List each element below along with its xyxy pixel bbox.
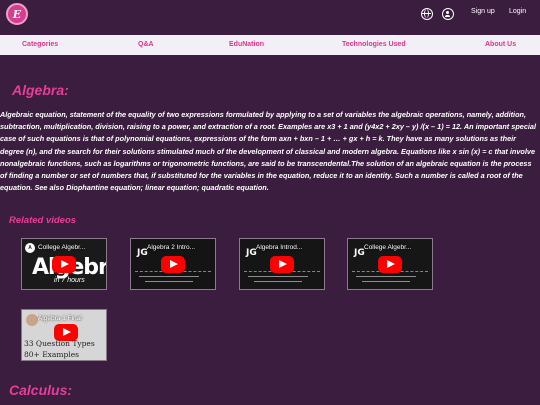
play-icon[interactable] [52,256,76,273]
logo-letter: E [12,7,22,21]
nav-item-edunation[interactable]: EduNation [229,41,264,48]
play-icon[interactable] [270,256,294,273]
chalkboard-graphic [352,271,428,286]
thumbnail-sub-text: in 7 hours [54,277,85,284]
video-thumbnail-algebra-2-intro[interactable]: JG Algebra 2 Intro... [130,238,216,290]
related-videos-heading: Related videos [9,215,77,226]
user-icon[interactable] [442,8,454,20]
calculus-heading: Calculus: [9,382,73,398]
top-bar: E Sign up Login [0,0,540,30]
video-title: Algebra 2 Intro... [147,244,196,251]
video-title: Algebra Introd... [256,244,303,251]
algebra-heading: Algebra: [12,82,69,98]
play-icon[interactable] [161,256,185,273]
play-icon[interactable] [54,324,78,341]
algebra-description: Algebraic equation, statement of the equ… [0,110,537,193]
video-title: Algebra 1 Final [38,315,82,322]
main-nav: Categories Q&A EduNation Technologies Us… [0,35,540,55]
thumbnail-line-2: 80+ Examples [24,350,79,359]
video-thumbnail-algebra-introduction[interactable]: JG Algebra Introd... [239,238,325,290]
video-thumbnail-college-algebra-1[interactable]: A College Algebr... Algebra in 7 hours [21,238,107,290]
login-link[interactable]: Login [509,8,526,15]
chalkboard-graphic [135,271,211,286]
logo[interactable]: E [6,3,28,25]
presenter-avatar [26,314,38,326]
video-title: College Algebr... [38,244,86,251]
nav-item-categories[interactable]: Categories [22,41,58,48]
play-icon[interactable] [378,256,402,273]
nav-item-qa[interactable]: Q&A [138,41,154,48]
globe-icon[interactable] [421,8,433,20]
chalkboard-graphic [244,271,320,286]
video-title: College Algebr... [364,244,412,251]
video-thumbnail-college-algebra-2[interactable]: JG College Algebr... [347,238,433,290]
video-thumbnail-algebra-1-final[interactable]: Algebra 1 Final 33 Question Types 80+ Ex… [21,309,107,361]
nav-item-about-us[interactable]: About Us [485,41,516,48]
signup-link[interactable]: Sign up [471,8,495,15]
nav-item-technologies-used[interactable]: Technologies Used [342,41,406,48]
channel-avatar: A [25,243,35,253]
